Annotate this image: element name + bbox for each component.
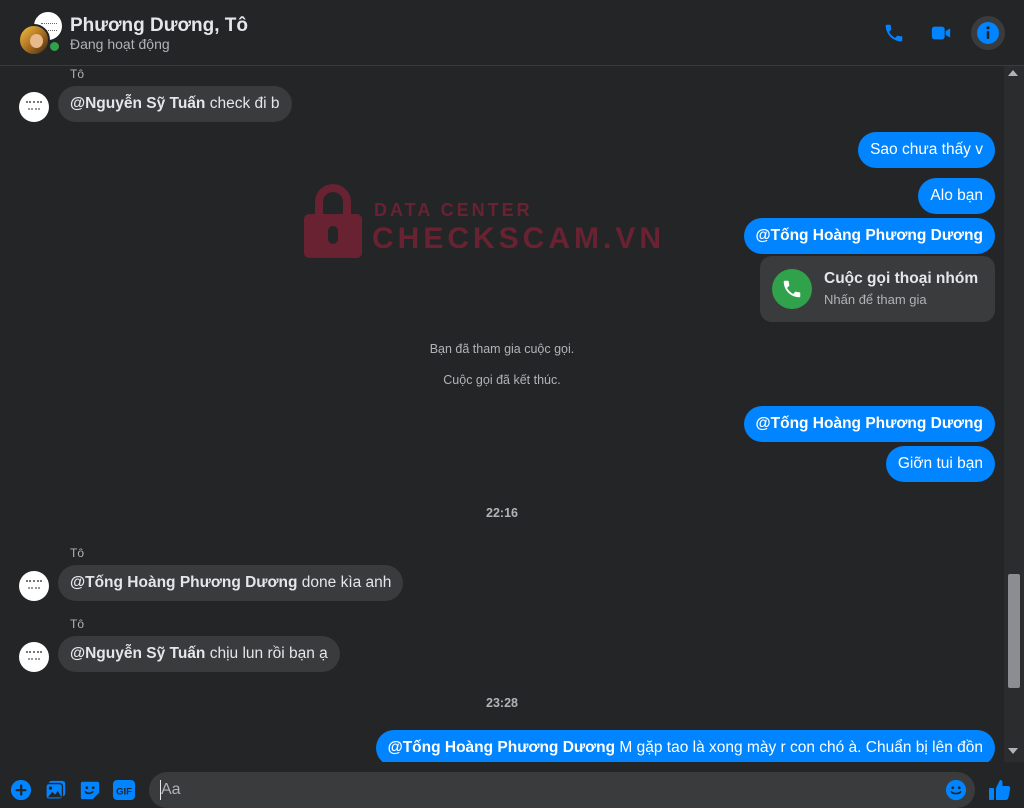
call-subtitle: Nhấn để tham gia — [824, 292, 927, 307]
emoji-button[interactable] — [945, 779, 967, 801]
sender-name: Tô — [70, 617, 85, 631]
scrollbar-thumb[interactable] — [1008, 574, 1020, 688]
active-status: Đang hoạt động — [70, 36, 170, 52]
scroll-up-arrow[interactable] — [1008, 70, 1018, 76]
message-input-container[interactable] — [149, 772, 975, 808]
call-title: Cuộc gọi thoại nhóm — [824, 270, 979, 287]
call-icon-circle — [772, 269, 812, 309]
message-text: chịu lun rồi bạn ạ — [205, 645, 328, 662]
mention[interactable]: @Nguyễn Sỹ Tuấn — [70, 95, 205, 112]
scroll-down-arrow[interactable] — [1008, 748, 1018, 754]
message-text: done kìa anh — [297, 574, 392, 591]
thumbs-up-icon — [989, 780, 1011, 800]
info-icon — [977, 22, 999, 44]
message-text: check đi b — [205, 95, 280, 112]
sticker-button[interactable] — [78, 778, 102, 802]
mention[interactable]: @Tống Hoàng Phương Dương — [70, 574, 297, 591]
chat-header: Phương Dương, Tô Đang hoạt động — [0, 0, 1024, 66]
message-bubble[interactable]: @Tống Hoàng Phương Dương — [743, 406, 995, 442]
watermark-line1: DATA CENTER — [374, 200, 533, 220]
like-button[interactable] — [988, 778, 1012, 802]
sender-avatar[interactable] — [19, 642, 49, 672]
smiley-icon — [945, 779, 967, 801]
image-icon — [45, 780, 66, 800]
composer-bar: GIF — [0, 770, 1024, 808]
video-camera-icon — [931, 26, 951, 40]
scrollbar[interactable] — [1004, 66, 1024, 762]
group-avatar[interactable] — [18, 10, 64, 56]
message-bubble[interactable]: Alo bạn — [918, 178, 995, 214]
system-message: Cuộc gọi đã kết thúc. — [443, 373, 561, 387]
message-bubble[interactable]: Giỡn tui bạn — [885, 446, 995, 482]
message-bubble[interactable]: @Nguyễn Sỹ Tuấn check đi b — [58, 86, 292, 122]
phone-icon — [885, 24, 903, 42]
video-call-button[interactable] — [924, 16, 958, 50]
plus-icon — [10, 779, 32, 801]
gif-icon: GIF — [113, 780, 135, 800]
more-actions-button[interactable] — [9, 778, 33, 802]
mention[interactable]: @Tống Hoàng Phương Dương — [756, 415, 983, 432]
conversation-title[interactable]: Phương Dương, Tô — [70, 15, 248, 37]
gif-button[interactable]: GIF — [112, 778, 136, 802]
attach-image-button[interactable] — [44, 778, 68, 802]
message-text: M gặp tao là xong mày r con chó à. Chuẩn… — [615, 739, 983, 756]
message-input[interactable] — [161, 778, 921, 802]
message-bubble[interactable]: @Tống Hoàng Phương Dương M gặp tao là xo… — [375, 730, 995, 762]
message-bubble[interactable]: @Nguyễn Sỹ Tuấn chịu lun rồi bạn ạ — [58, 636, 340, 672]
mention[interactable]: @Nguyễn Sỹ Tuấn — [70, 645, 205, 662]
timestamp-divider: 22:16 — [486, 506, 518, 520]
sticker-icon — [80, 781, 100, 800]
sender-avatar[interactable] — [19, 92, 49, 122]
system-message: Bạn đã tham gia cuộc gọi. — [429, 342, 575, 356]
mention[interactable]: @Tống Hoàng Phương Dương — [388, 739, 615, 756]
phone-icon — [783, 280, 801, 298]
sender-avatar[interactable] — [19, 571, 49, 601]
message-bubble[interactable]: Sao chưa thấy v — [858, 132, 995, 168]
avatar-member-duong — [18, 24, 50, 56]
sender-name: Tô — [70, 67, 85, 81]
message-bubble[interactable]: @Tống Hoàng Phương Dương — [743, 218, 995, 254]
watermark: DATA CENTER CHECKSCAM.VN — [304, 184, 661, 264]
online-status-dot — [48, 40, 61, 53]
mention[interactable]: @Tống Hoàng Phương Dương — [756, 227, 983, 244]
watermark-line2: CHECKSCAM.VN — [372, 222, 666, 255]
message-list[interactable]: DATA CENTER CHECKSCAM.VN Tô @Nguyễn Sỹ T… — [0, 66, 1004, 762]
voice-call-button[interactable] — [877, 16, 911, 50]
timestamp-divider: 23:28 — [486, 696, 518, 710]
sender-name: Tô — [70, 546, 85, 560]
gif-label: GIF — [116, 787, 132, 798]
message-bubble[interactable]: @Tống Hoàng Phương Dương done kìa anh — [58, 565, 404, 601]
conversation-info-button[interactable] — [971, 16, 1005, 50]
group-call-card[interactable]: Cuộc gọi thoại nhóm Nhấn để tham gia — [760, 256, 995, 322]
